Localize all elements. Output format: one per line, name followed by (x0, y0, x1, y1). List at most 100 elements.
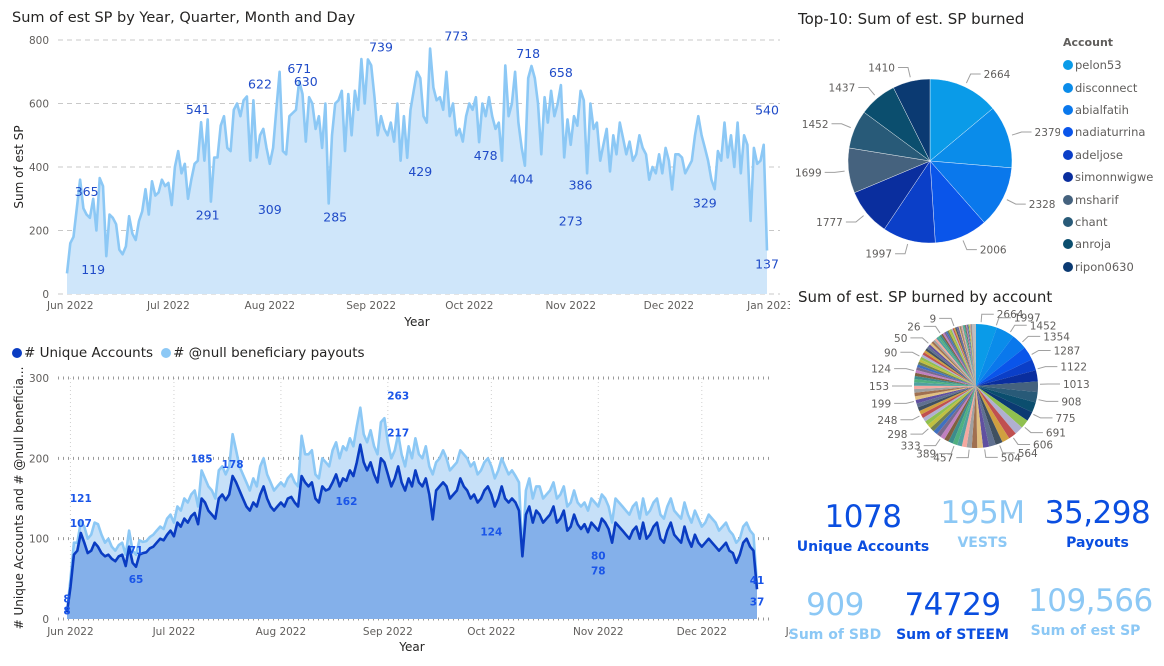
leader-line (962, 240, 977, 251)
pie-data-label: 908 (1061, 396, 1081, 408)
leader-line (984, 449, 998, 458)
kpi-value: 35,298 (1044, 495, 1151, 531)
pie-data-label: 1699 (795, 167, 822, 179)
legend-label: ripon0630 (1075, 259, 1134, 274)
legend-item-adeljose[interactable]: adeljose (1063, 144, 1153, 166)
x-tick-label: Nov 2022 (545, 300, 596, 312)
kpi-vests: 195M VESTS (925, 495, 1040, 552)
y-tick-label: 200 (29, 226, 49, 238)
leader-line (939, 317, 955, 327)
kpi-sum-est-sp: 109,566 Sum of est SP (1028, 583, 1153, 640)
legend-label: msharif (1075, 192, 1119, 207)
data-label: 121 (70, 493, 92, 505)
kpi-value: 109,566 (1028, 583, 1153, 619)
pie-data-label: 775 (1056, 413, 1076, 425)
accounts-chart-svg: 0 100 200 300 Jun 2022 Jul 2022 Aug 2022 Sep 20… (12, 367, 790, 654)
kpi-sum-sbd: 909 Sum of SBD (785, 590, 885, 644)
all-accounts-pie-svg: 2664199714521354128711221013908775691606… (869, 310, 1090, 465)
pie-data-label: 1437 (829, 82, 856, 94)
kpi-value: 1078 (824, 499, 902, 535)
x-tick-label: Dec 2022 (644, 300, 694, 312)
x-tick-label: Jan 2023 (746, 300, 790, 312)
data-label: 309 (258, 202, 282, 217)
legend-item-abialfatih[interactable]: abialfatih (1063, 99, 1153, 121)
legend-title: Account (1063, 36, 1114, 49)
pie-data-label: 2664 (984, 69, 1011, 81)
leader-line (831, 123, 851, 129)
data-label: 718 (516, 46, 540, 61)
x-tick-label: Sep 2022 (363, 626, 413, 638)
legend-label: adeljose (1075, 147, 1123, 162)
data-label: 285 (323, 210, 347, 225)
pie-data-label: 457 (933, 453, 953, 465)
x-tick-label: Jul 2022 (152, 626, 196, 638)
kpi-value: 195M (940, 495, 1025, 531)
kpi-unique-accounts: 1078 Unique Accounts (795, 499, 931, 556)
data-label: 386 (569, 177, 593, 192)
data-label: 41 (750, 575, 765, 587)
legend-dot-icon (1063, 104, 1073, 115)
pie-data-label: 1997 (865, 249, 892, 261)
all-accounts-pie-title: Sum of est. SP burned by account (798, 288, 1053, 306)
kpi-sum-steem: 74729 Sum of STEEM (895, 587, 1010, 644)
data-label: 291 (196, 208, 220, 223)
pie-data-label: 2328 (1029, 199, 1056, 211)
data-label: 429 (408, 164, 432, 179)
leader-line (894, 400, 915, 404)
legend-item-ripon0630[interactable]: ripon0630 (1063, 256, 1153, 278)
legend-item-msharif[interactable]: msharif (1063, 188, 1153, 210)
leader-line (1022, 335, 1041, 343)
kpi-label: VESTS (957, 535, 1008, 551)
leader-line (1006, 199, 1026, 205)
leader-line (895, 243, 909, 255)
legend-dot-icon (1063, 127, 1073, 138)
data-label: 8 (63, 606, 70, 618)
data-label: 185 (191, 453, 213, 465)
legend-dot-icon (1063, 261, 1073, 272)
legend-dot-icon (1063, 194, 1073, 205)
legend-item-disconnect[interactable]: disconnect (1063, 76, 1153, 98)
legend-item-nadiaturrina[interactable]: nadiaturrina (1063, 121, 1153, 143)
legend-dot-icon (1063, 149, 1073, 160)
x-tick-label: Dec 2022 (677, 626, 727, 638)
pie-data-label: 504 (1001, 452, 1021, 464)
data-label: 273 (559, 213, 583, 228)
x-tick-label: Oct 2022 (445, 300, 493, 312)
leader-line (1009, 324, 1027, 333)
leader-line (1037, 366, 1058, 370)
data-label: 773 (444, 29, 468, 44)
y-tick-label: 400 (29, 162, 49, 174)
legend-item-simonnwigwe[interactable]: simonnwigwe (1063, 166, 1153, 188)
pie-data-label: 90 (884, 347, 897, 359)
leader-line (1038, 399, 1059, 402)
x-tick-label: Jun 2022 (46, 300, 93, 312)
pie-data-label: 1013 (1063, 379, 1090, 391)
legend-item-anroja[interactable]: anroja (1063, 233, 1153, 255)
legend-label: chant (1075, 214, 1108, 229)
data-label: 124 (480, 526, 502, 538)
sp-chart-svg: 0200400600800Jun 2022 Jul 2022 Aug 2022 Sep… (12, 29, 790, 329)
data-label: 540 (755, 103, 779, 118)
data-label: 622 (248, 77, 272, 92)
sp-by-day-chart: Sum of est SP by Year, Quarter, Month an… (0, 0, 790, 335)
pie-data-label: 248 (877, 415, 897, 427)
pie-data-label: 298 (887, 429, 907, 441)
x-tick-label: Jul 2022 (146, 300, 190, 312)
x-tick-label: Oct 2022 (467, 626, 515, 638)
pie-data-label: 1122 (1060, 362, 1087, 374)
leader-line (894, 368, 915, 372)
legend-item-chant[interactable]: chant (1063, 211, 1153, 233)
leader-line (897, 67, 911, 78)
kpi-value: 74729 (904, 587, 1001, 623)
all-accounts-pie-chart: Sum of est. SP burned by account 2664 199… (790, 285, 1164, 480)
legend-item-pelon53[interactable]: pelon53 (1063, 54, 1153, 76)
leader-line (923, 325, 941, 334)
legend-dot-icon (1063, 60, 1073, 71)
pie-data-label: 333 (901, 441, 921, 453)
pie-data-label: 1287 (1054, 345, 1081, 357)
pie-data-label: 50 (894, 333, 907, 345)
leader-line (824, 170, 845, 173)
kpi-payouts: 35,298 Payouts (1035, 495, 1160, 552)
x-tick-label: Aug 2022 (245, 300, 296, 312)
leader-line (1033, 413, 1053, 419)
